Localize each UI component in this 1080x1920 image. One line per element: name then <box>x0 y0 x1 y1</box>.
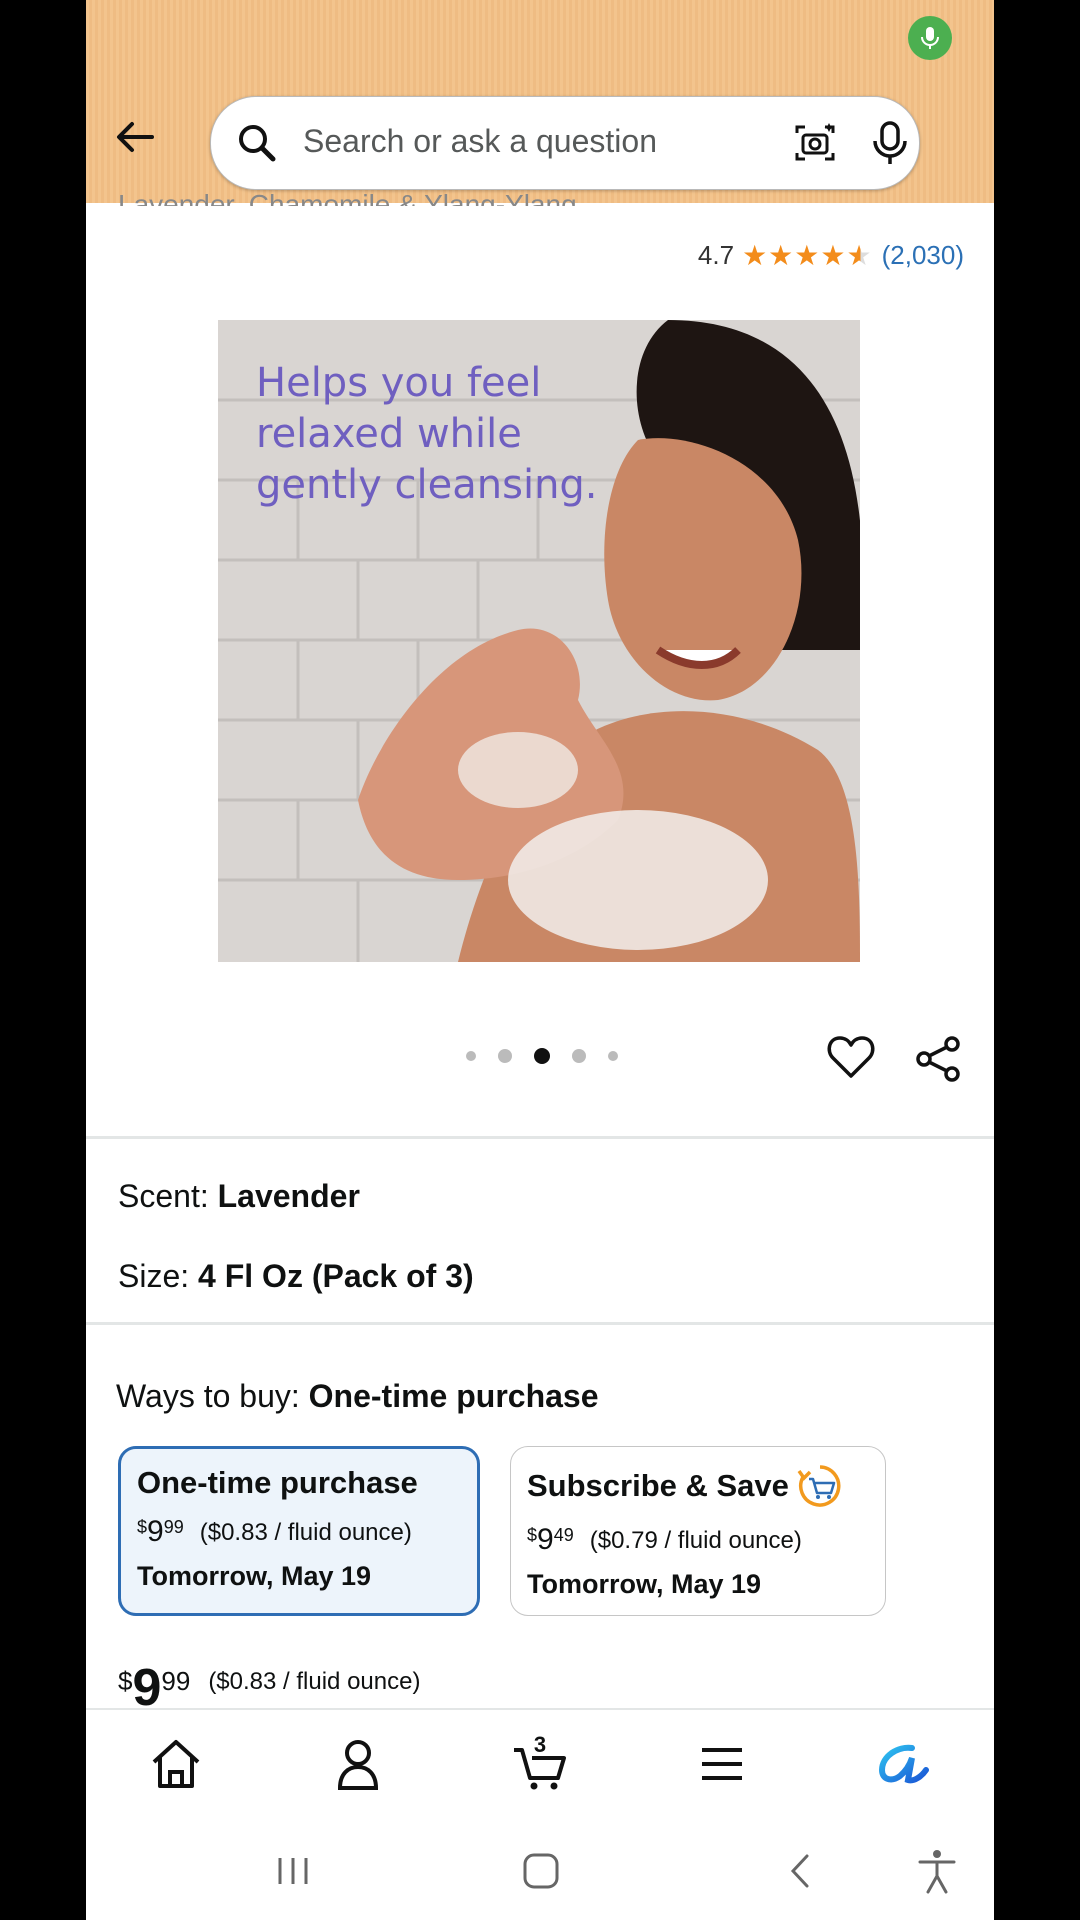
search-input[interactable]: Search or ask a question <box>210 96 920 190</box>
product-subtitle-partial: Lavender, Chamomile & Ylang-Ylang <box>118 189 577 206</box>
unit-price: ($0.83 / fluid ounce) <box>208 1668 421 1695</box>
recent-apps-icon <box>278 1858 308 1884</box>
price-fraction: 99 <box>163 1517 184 1537</box>
star-icon: ★ <box>794 239 820 271</box>
home-square-icon <box>523 1853 559 1889</box>
search-placeholder: Search or ask a question <box>303 123 657 159</box>
star-icon: ★ <box>742 239 768 271</box>
star-icon: ★ <box>768 239 794 271</box>
star-icon: ★ <box>846 239 872 271</box>
unit-price: ($0.83 / fluid ounce) <box>199 1519 412 1546</box>
menu-icon <box>702 1748 742 1780</box>
back-arrow-icon <box>117 122 154 152</box>
price-fraction: 99 <box>161 1666 191 1696</box>
scent-value: Lavender <box>217 1178 360 1214</box>
recent-apps-button[interactable] <box>268 1846 318 1896</box>
product-image[interactable]: Helps you feel relaxed while gently clea… <box>218 320 860 962</box>
scent-label: Scent: <box>118 1178 209 1214</box>
delivery-date: Tomorrow, May 19 <box>527 1569 762 1599</box>
camera-lens-icon[interactable] <box>791 119 839 167</box>
price-whole: 9 <box>147 1515 164 1548</box>
share-button[interactable] <box>914 1034 964 1084</box>
ways-label: Ways to buy: <box>116 1378 300 1414</box>
back-button[interactable] <box>110 112 160 162</box>
home-system-button[interactable] <box>516 1846 566 1896</box>
unit-price: ($0.79 / fluid ounce) <box>589 1527 802 1554</box>
image-caption: Helps you feel relaxed while gently clea… <box>256 360 598 508</box>
rating-row[interactable]: 4.7 ★ ★ ★ ★ ★ (2,030) <box>698 240 964 271</box>
carousel-dot[interactable] <box>608 1051 618 1061</box>
ways-to-buy-heading: Ways to buy: One-time purchase <box>116 1378 599 1415</box>
option-title: One-time purchase <box>137 1465 418 1500</box>
option-title-row: Subscribe & Save <box>527 1463 869 1509</box>
review-count-link[interactable]: (2,030) <box>882 240 964 271</box>
price-whole: 9 <box>537 1523 554 1556</box>
bottom-navigation: 3 <box>86 1708 994 1818</box>
wishlist-button[interactable] <box>826 1032 876 1082</box>
ways-value: One-time purchase <box>308 1378 599 1414</box>
size-value: 4 Fl Oz (Pack of 3) <box>198 1258 474 1294</box>
star-rating: ★ ★ ★ ★ ★ <box>742 239 872 271</box>
section-divider <box>86 1322 994 1325</box>
option-title: Subscribe & Save <box>527 1468 789 1503</box>
heart-icon <box>827 1036 875 1078</box>
delivery-date: Tomorrow, May 19 <box>137 1561 372 1591</box>
carousel-dot[interactable] <box>466 1051 476 1061</box>
accessibility-icon <box>918 1850 956 1894</box>
currency-symbol: $ <box>527 1525 538 1545</box>
app-screen: Search or ask a question Lavender, Chamo… <box>86 0 994 1920</box>
carousel-dot[interactable] <box>498 1049 512 1063</box>
home-icon <box>152 1740 200 1788</box>
option-price: $ 9 49 ($0.79 / fluid ounce) <box>527 1523 869 1557</box>
scent-selector[interactable]: Scent: Lavender <box>118 1178 360 1215</box>
search-icon <box>239 125 276 162</box>
size-selector[interactable]: Size: 4 Fl Oz (Pack of 3) <box>118 1258 474 1295</box>
subscribe-and-save-option[interactable]: Subscribe & Save $ 9 49 ($0.79 / fluid o… <box>510 1446 886 1616</box>
currency-symbol: $ <box>118 1666 133 1696</box>
accessibility-button[interactable] <box>912 1846 962 1896</box>
mic-active-indicator-icon <box>908 16 952 60</box>
rufus-assistant-icon <box>878 1744 929 1784</box>
option-price: $ 9 99 ($0.83 / fluid ounce) <box>137 1515 461 1549</box>
system-navigation-bar <box>86 1816 994 1920</box>
nav-cart-button[interactable]: 3 <box>510 1732 570 1792</box>
system-back-button[interactable] <box>776 1846 826 1896</box>
microphone-icon[interactable] <box>867 119 913 167</box>
rating-value: 4.7 <box>697 240 735 270</box>
price-fraction: 49 <box>553 1525 574 1545</box>
nav-menu-button[interactable] <box>692 1736 752 1792</box>
carousel-dot[interactable] <box>572 1049 586 1063</box>
nav-account-button[interactable] <box>328 1736 388 1792</box>
nav-rufus-button[interactable] <box>872 1736 932 1792</box>
chevron-left-icon <box>790 1854 809 1888</box>
subscribe-cart-icon <box>797 1465 841 1507</box>
section-divider <box>86 1136 994 1139</box>
top-bar: Search or ask a question <box>86 0 994 203</box>
nav-home-button[interactable] <box>146 1736 206 1792</box>
currency-symbol: $ <box>137 1517 148 1537</box>
star-icon: ★ <box>820 239 846 271</box>
cart-count-badge: 3 <box>533 1732 547 1757</box>
one-time-purchase-option[interactable]: One-time purchase $ 9 99 ($0.83 / fluid … <box>118 1446 480 1616</box>
carousel-pagination[interactable] <box>466 1048 618 1064</box>
carousel-dot[interactable] <box>534 1048 550 1064</box>
size-label: Size: <box>118 1258 190 1294</box>
account-icon <box>337 1740 379 1790</box>
share-icon <box>916 1036 960 1082</box>
